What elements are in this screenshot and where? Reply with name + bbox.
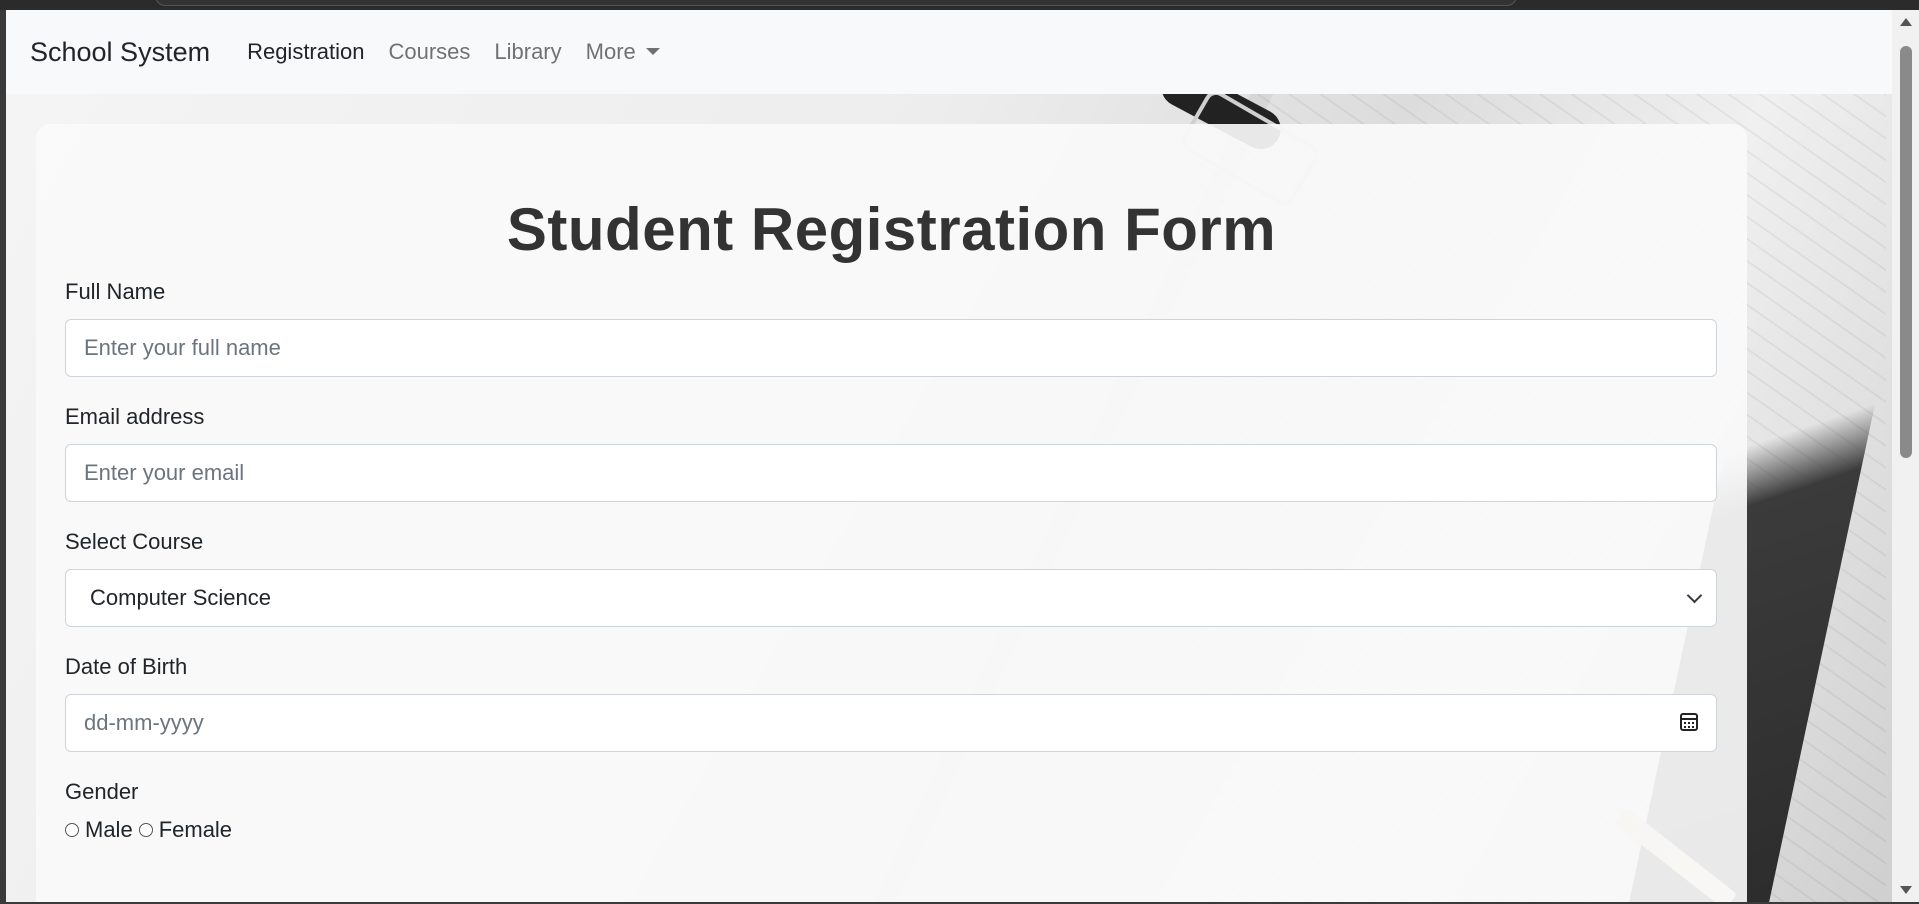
gender-option-female-label: Female [158,817,233,842]
caret-down-icon [645,47,660,55]
navbar: School System Registration Courses Libra… [6,10,1892,94]
dob-placeholder: dd-mm-yyyy [84,710,204,735]
email-label: Email address [65,404,205,429]
course-selected-value: Computer Science [90,585,271,610]
calendar-icon[interactable] [1680,713,1698,731]
nav-dropdown-more-label: More [585,39,636,64]
navbar-brand[interactable]: School System [30,37,210,68]
email-placeholder: Enter your email [84,460,245,485]
course-label: Select Course [65,529,204,554]
page-viewport: School System Registration Courses Libra… [6,10,1892,902]
scroll-up-icon[interactable] [1900,18,1912,26]
browser-chrome [0,0,1919,10]
full-name-input[interactable]: Enter your full name [65,319,1717,377]
scroll-down-icon[interactable] [1900,886,1912,894]
nav-link-library[interactable]: Library [494,39,561,65]
full-name-placeholder: Enter your full name [84,335,281,360]
full-name-label: Full Name [65,279,166,304]
course-select[interactable]: Computer Science [65,569,1717,627]
chevron-down-icon [1686,587,1703,604]
dob-input[interactable]: dd-mm-yyyy [65,694,1717,752]
gender-options: Male Female [65,817,1718,843]
nav-link-courses[interactable]: Courses [388,39,470,65]
address-bar[interactable] [155,0,1517,6]
registration-card: Student Registration Form Full Name Ente… [36,124,1747,902]
gender-option-male-label: Male [85,817,133,842]
nav-link-registration[interactable]: Registration [247,39,364,65]
page-scrollbar[interactable] [1892,10,1919,902]
gender-radio-female[interactable] [138,823,153,837]
scrollbar-thumb[interactable] [1900,46,1912,458]
email-input[interactable]: Enter your email [65,444,1717,502]
page-title: Student Registration Form [506,196,1277,263]
gender-radio-male[interactable] [65,823,79,837]
nav-dropdown-more[interactable]: More [586,39,660,65]
dob-label: Date of Birth [65,654,188,679]
gender-label: Gender [65,779,139,804]
